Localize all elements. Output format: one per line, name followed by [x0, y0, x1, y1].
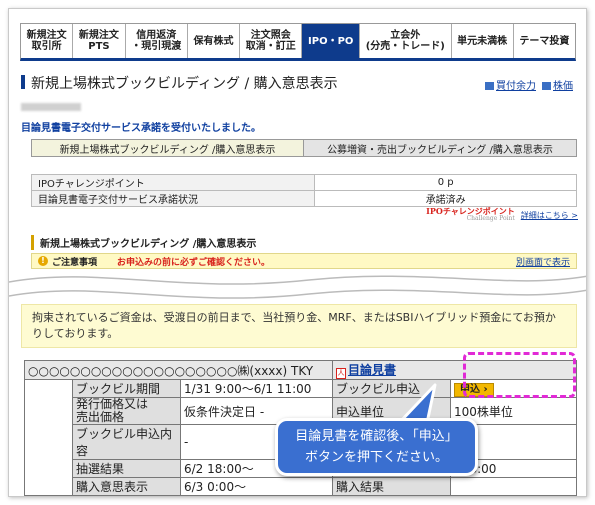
- table-row: IPOチャレンジポイント 0 p: [30, 174, 577, 191]
- account-info-table: IPOチャレンジポイント 0 p 目論見書電子交付サービス承諾状況 承諾済み: [30, 174, 577, 207]
- tab-4[interactable]: 注文照会 取消・訂正: [240, 24, 303, 58]
- info-label: 目論見書電子交付サービス承諾状況: [30, 190, 316, 207]
- title-accent-bar: [21, 75, 25, 89]
- tab-7[interactable]: 単元未満株: [452, 24, 514, 58]
- tab-6[interactable]: 立会外 (分売・トレード): [360, 24, 452, 58]
- ipo-detail-link[interactable]: 詳細はこちら >: [521, 210, 578, 221]
- info-value: 0 p: [314, 174, 577, 191]
- row-value: 1/31 9:00〜6/1 11:00: [180, 379, 333, 398]
- calculator-icon: [485, 82, 494, 90]
- ipo-logo-subtext: Challenge Point: [466, 215, 515, 222]
- sub-tabs: 新規上場株式ブックビルディング /購入意思表示 公募増資・売出ブックビルディング…: [31, 139, 577, 157]
- page-header: 新規上場株式ブックビルディング / 購入意思表示 買付余力 株価: [21, 73, 577, 92]
- info-value: 承諾済み: [314, 190, 577, 207]
- row-label: 購入意思表示: [72, 477, 181, 496]
- table-row: 目論見書電子交付サービス承諾状況 承諾済み: [30, 190, 577, 207]
- row-label: ブックビル申込内容: [72, 424, 181, 460]
- callout-line-1: 目論見書を確認後、「申込」: [295, 429, 458, 444]
- tab-5[interactable]: IPO・PO: [302, 24, 361, 58]
- section-title: 新規上場株式ブックビルディング /購入意思表示: [31, 235, 256, 250]
- prospectus-link[interactable]: 目論見書: [348, 363, 396, 377]
- tab-1[interactable]: 新規注文 PTS: [73, 24, 126, 58]
- row-label: ブックビル期間: [72, 379, 181, 398]
- tab-8[interactable]: テーマ投資: [514, 24, 575, 58]
- company-name: ○○○○○○○○○○○○○○○○○○○○㈱(xxxx) TKY: [24, 360, 333, 380]
- table-row: 購入意思表示 6/3 0:00〜 購入結果: [25, 477, 577, 496]
- pdf-icon: 人: [336, 368, 346, 379]
- row-label: 抽選結果: [72, 459, 181, 478]
- instruction-callout: 目論見書を確認後、「申込」 ボタンを押下ください。: [275, 418, 478, 476]
- blank-cell: [24, 379, 73, 496]
- page-title: 新規上場株式ブックビルディング / 購入意思表示: [31, 76, 338, 92]
- row-label: 発行価格又は 売出価格: [72, 397, 181, 425]
- subtab-ipo-bookbuilding[interactable]: 新規上場株式ブックビルディング /購入意思表示: [32, 140, 304, 156]
- highlight-box: [463, 352, 576, 398]
- deposit-notice: 拘束されているご資金は、受渡日の前日まで、当社預り金、MRF、またはSBIハイブ…: [21, 304, 577, 348]
- main-tabs: 新規注文 取引所 新規注文 PTS 信用返済 ・現引現渡 保有株式 注文照会 取消・訂正…: [20, 23, 576, 61]
- row-label-2: 購入結果: [332, 477, 451, 496]
- holdings-label[interactable]: 株価: [553, 81, 573, 92]
- tab-0[interactable]: 新規注文 取引所: [21, 24, 74, 58]
- screenshot-frame: 新規注文 取引所 新規注文 PTS 信用返済 ・現引現渡 保有株式 注文照会 取消・訂正…: [8, 8, 587, 497]
- subtab-po-bookbuilding[interactable]: 公募増資・売出ブックビルディング /購入意思表示: [304, 140, 576, 156]
- torn-divider: [9, 275, 586, 299]
- tab-2[interactable]: 信用返済 ・現引現渡: [126, 24, 188, 58]
- buying-power-link[interactable]: 買付余力: [485, 77, 536, 92]
- redacted-text: [21, 103, 81, 111]
- holdings-link[interactable]: 株価: [542, 77, 573, 92]
- chart-icon: [542, 82, 551, 90]
- header-links: 買付余力 株価: [485, 77, 573, 92]
- row-value: 6/3 0:00〜: [180, 477, 333, 496]
- row-value-2: [450, 477, 577, 496]
- callout-line-2: ボタンを押下ください。: [304, 450, 448, 465]
- tab-3[interactable]: 保有株式: [188, 24, 241, 58]
- ipo-challenge-point-logo: IPOチャレンジポイント Challenge Point: [426, 207, 515, 223]
- buying-power-label[interactable]: 買付余力: [496, 81, 536, 92]
- acceptance-notice: 目論見書電子交付サービス承諾を受付いたしました。: [21, 123, 261, 134]
- ipo-point-row: IPOチャレンジポイント Challenge Point 詳細はこちら >: [426, 207, 578, 223]
- info-label: IPOチャレンジポイント: [30, 174, 316, 191]
